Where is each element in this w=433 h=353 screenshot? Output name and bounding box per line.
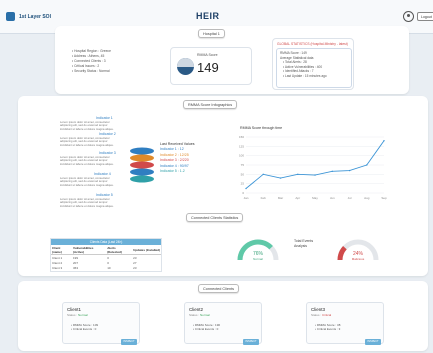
table-cell: 10 <box>107 265 111 270</box>
x-tick-label: May <box>312 196 318 200</box>
rmma-score-value: 149 <box>197 60 219 75</box>
x-tick-label: Jan <box>244 196 249 200</box>
column-header: Updates (Installed) <box>132 245 161 255</box>
table-cell: 363 <box>72 265 78 270</box>
hospital-tab[interactable]: Hospital 1 <box>198 29 225 38</box>
rmma-gauge-icon <box>177 58 194 75</box>
global-statistics-box: RMMA Score : 149 Average Statistical dat… <box>276 48 352 88</box>
app-icon <box>6 12 15 21</box>
rmma-line-chart: ≡ 0255075100125150JanFebMarAprMayJunJulA… <box>239 135 387 200</box>
client-status-value: Normal <box>200 313 210 317</box>
table-header-row: Client (name) Vulnerabilities (Active) A… <box>51 245 161 255</box>
total-events-label: Total Events Analysis <box>294 239 314 248</box>
data-point <box>262 173 264 176</box>
y-tick-label: 50 <box>241 172 245 176</box>
client-name: Client3 <box>311 307 326 312</box>
x-tick-label: Mar <box>278 196 283 200</box>
app-title: 1st Layer SOI <box>19 13 51 20</box>
client-critical-events: Critical Events : 0 <box>71 327 98 331</box>
client-status: Status : Normal <box>67 313 88 317</box>
client-info: RMMA Score : 109 Critical Events : 0 <box>71 323 98 332</box>
x-tick-label: Feb <box>261 196 267 200</box>
indicator-4-text: Lorem ipsum dolor sit amet, consectetur … <box>60 176 114 187</box>
client-status-prefix: Status : <box>189 313 201 317</box>
global-statistics-header: GLOBAL STATISTICS (Hospital-Ministry - l… <box>277 42 348 46</box>
chart-title: RMMA Score through time <box>240 126 283 130</box>
received-indicator-5: Indicator 5 : 1.2 <box>160 169 185 174</box>
x-tick-label: Jun <box>330 196 335 200</box>
hospital-security-status: Security Status : Normal <box>72 69 111 74</box>
malicious-gauge-label: Malicious <box>351 257 365 261</box>
client-name: Client2 <box>189 307 204 312</box>
rmma-score-label: RMMA Score <box>197 53 218 57</box>
y-tick-label: 25 <box>241 182 245 186</box>
data-point <box>279 177 282 179</box>
clients-data-table: Client (name) Vulnerabilities (Active) A… <box>51 245 161 270</box>
y-tick-label: 150 <box>239 135 244 139</box>
heir-logo: HEIR <box>196 11 220 21</box>
infographics-tab[interactable]: RMMA Score Infographics <box>183 100 238 109</box>
column-header: Vulnerabilities (Active) <box>71 245 107 255</box>
x-tick-label: Jul <box>348 196 352 200</box>
rmma-score-card: RMMA Score 149 <box>170 47 252 85</box>
data-point <box>366 164 368 166</box>
clients-data-card: Clients Data (Last 24h) Client (name) Vu… <box>50 238 162 272</box>
y-tick-label: 100 <box>239 154 244 158</box>
inspect-button[interactable]: INSPECT <box>243 339 259 345</box>
client-card-3: Client3 Status : Critical RMMA Score : 3… <box>306 302 384 345</box>
client-status: Status : Critical <box>311 313 331 317</box>
indicator-3-text: Lorem ipsum dolor sit amet, consectetur … <box>60 155 114 166</box>
client-critical-events: Critical Events : 0 <box>193 327 220 331</box>
client-status-value: Critical <box>322 313 332 317</box>
global-last-update: Last Update : 15 minutes ago <box>283 74 348 79</box>
indicator-1-text: Lorem ipsum dolor sit amet, consectetur … <box>60 120 114 131</box>
global-statistics-card: GLOBAL STATISTICS (Hospital-Ministry - l… <box>272 38 354 90</box>
normal-gauge-label: Normal <box>253 257 263 261</box>
logout-button[interactable]: Logout <box>417 12 433 21</box>
data-point <box>297 173 299 176</box>
indicator-2-text: Lorem ipsum dolor sit amet, consectetur … <box>60 136 114 147</box>
column-header: Alerts (Detected) <box>106 245 133 255</box>
indicator-5-text: Lorem ipsum dolor sit amet, consectetur … <box>60 197 114 208</box>
table-row: Client 3 363 10 23 <box>51 265 161 270</box>
x-tick-label: Aug <box>364 196 370 200</box>
column-header: Client (name) <box>51 245 72 255</box>
client-info: RMMA Score : 190 Critical Events : 0 <box>193 323 220 332</box>
inspect-button[interactable]: INSPECT <box>121 339 137 345</box>
x-tick-label: Apr <box>295 196 300 200</box>
client-card-2: Client2 Status : Normal RMMA Score : 190… <box>184 302 262 345</box>
y-tick-label: 125 <box>239 144 244 148</box>
client-card-1: Client1 Status : Normal RMMA Score : 109… <box>62 302 140 345</box>
client-status-prefix: Status : <box>311 313 323 317</box>
table-cell: 23 <box>133 265 137 270</box>
statistics-tab[interactable]: Connected Clients Statistics <box>186 213 244 222</box>
data-point <box>348 169 351 172</box>
app-brand[interactable]: 1st Layer SOI <box>6 12 51 21</box>
user-avatar-icon[interactable] <box>403 11 414 22</box>
series-line <box>245 140 385 189</box>
client-status-prefix: Status : <box>67 313 79 317</box>
data-point <box>245 187 247 190</box>
x-tick-label: Sep <box>381 196 387 200</box>
client-name: Client1 <box>67 307 82 312</box>
client-info: RMMA Score : 38 Critical Events : 3 <box>315 323 341 332</box>
table-cell: Client 3 <box>52 265 63 270</box>
data-point <box>383 140 385 142</box>
y-tick-label: 0 <box>242 191 244 195</box>
last-received-values: Last Received Values Indicator 1 : 12 In… <box>160 142 195 174</box>
inspect-button[interactable]: INSPECT <box>365 339 381 345</box>
connected-clients-tab[interactable]: Connected Clients <box>198 284 240 293</box>
data-point <box>314 174 316 176</box>
client-status-value: Normal <box>78 313 88 317</box>
hospital-details: Hospital Region : Greece Address : Athen… <box>72 49 111 74</box>
client-critical-events: Critical Events : 3 <box>315 327 340 331</box>
client-status: Status : Normal <box>189 313 210 317</box>
data-point <box>331 170 333 173</box>
y-tick-label: 75 <box>241 163 245 167</box>
indicator-stack-icon <box>130 147 154 183</box>
